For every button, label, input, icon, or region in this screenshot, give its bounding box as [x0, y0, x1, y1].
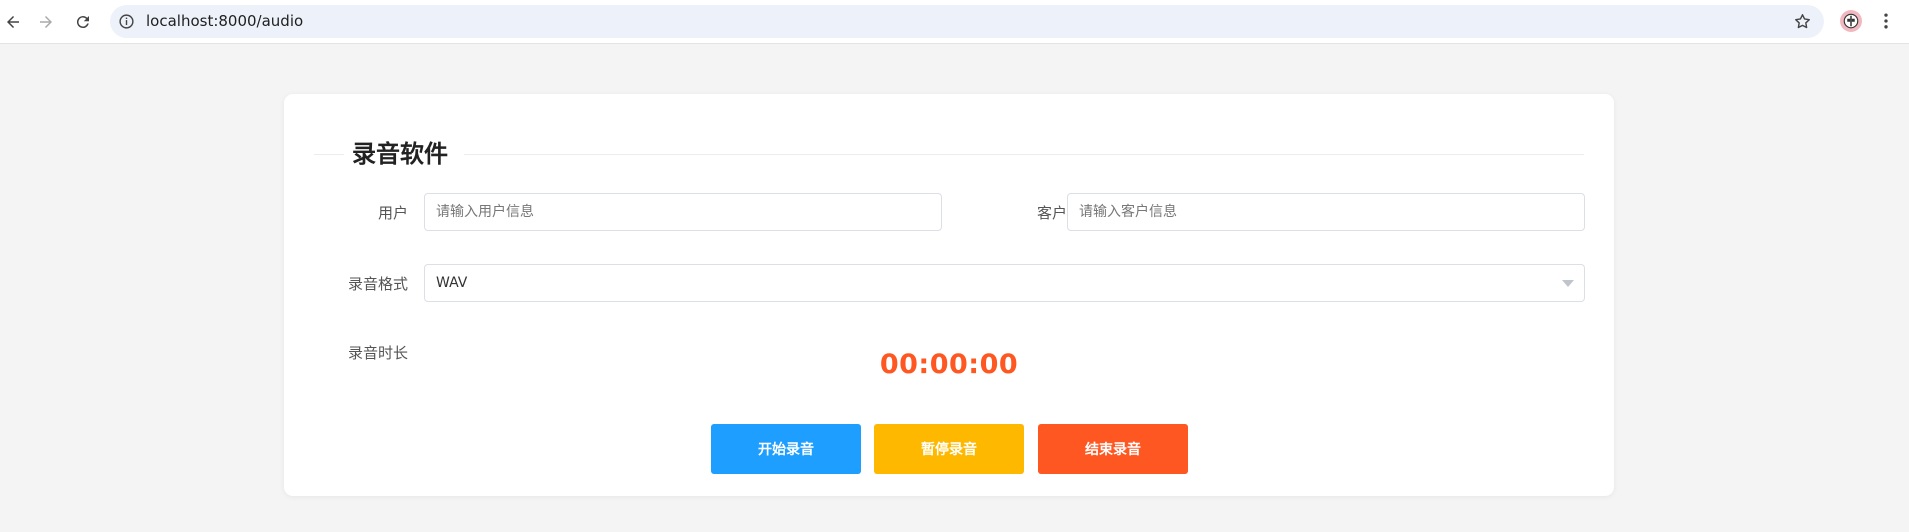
reload-icon	[76, 16, 89, 29]
forward-arrow-icon	[40, 16, 52, 28]
format-label: 录音格式	[347, 275, 408, 293]
user-input[interactable]	[424, 193, 942, 231]
customer-label: 客户	[1036, 204, 1067, 222]
info-icon[interactable]	[118, 13, 135, 30]
recorder-card: 录音软件 用户 客户 录音格式 WAV 录音时长 00:00:00 开始录音 暂…	[284, 94, 1614, 496]
url-text[interactable]: localhost:8000/audio	[146, 5, 303, 38]
address-bar[interactable]: localhost:8000/audio	[110, 5, 1824, 38]
page-title: 录音软件	[344, 139, 456, 169]
duration-timer: 00:00:00	[879, 349, 1019, 380]
title-fieldset: 录音软件	[314, 139, 1584, 169]
kebab-menu-icon[interactable]	[1876, 11, 1896, 31]
title-divider-right	[464, 154, 1584, 155]
stop-recording-button[interactable]: 结束录音	[1038, 424, 1188, 474]
browser-toolbar: localhost:8000/audio	[0, 0, 1909, 44]
user-label: 用户	[377, 204, 408, 222]
profile-avatar-icon[interactable]	[1840, 10, 1862, 32]
star-icon[interactable]	[1793, 12, 1812, 31]
start-recording-button[interactable]: 开始录音	[711, 424, 861, 474]
format-select[interactable]: WAV	[424, 264, 1585, 302]
format-selected-value: WAV	[436, 275, 468, 291]
chevron-down-icon	[1562, 280, 1574, 287]
reload-button[interactable]	[70, 9, 96, 35]
pause-recording-button[interactable]: 暂停录音	[874, 424, 1024, 474]
profile-face-icon	[1843, 13, 1859, 29]
back-arrow-icon	[7, 16, 19, 28]
forward-button[interactable]	[33, 9, 59, 35]
customer-input[interactable]	[1067, 193, 1585, 231]
back-button[interactable]	[0, 9, 26, 35]
title-divider-left	[314, 154, 344, 155]
